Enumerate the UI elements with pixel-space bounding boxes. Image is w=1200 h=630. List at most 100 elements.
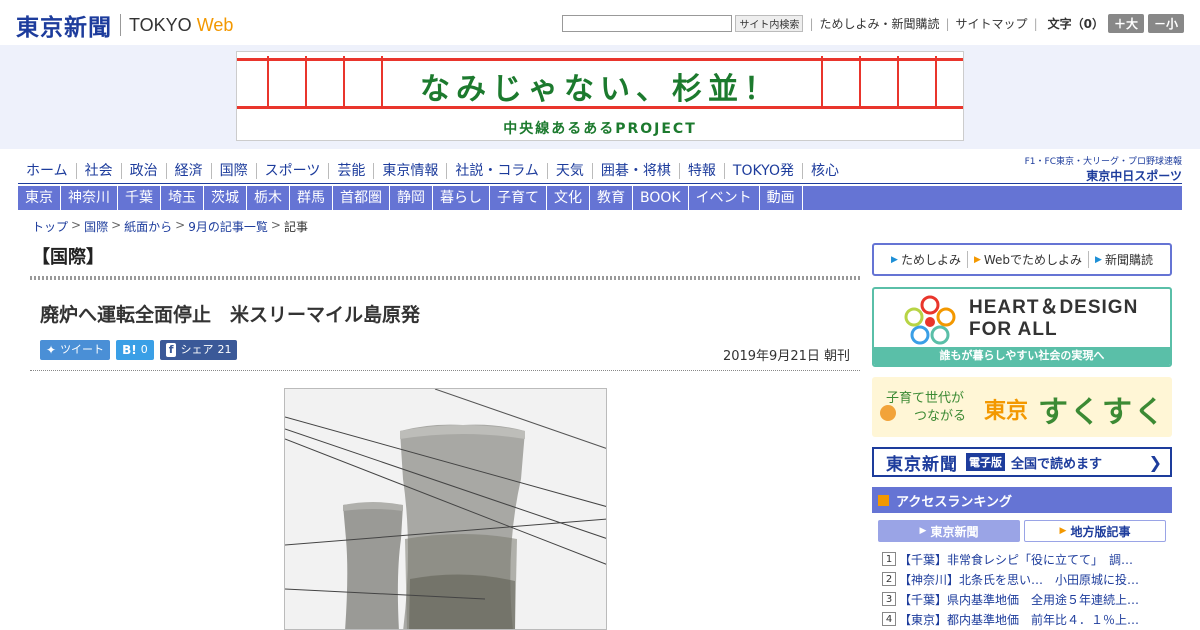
tokyo-sukusuku-banner[interactable]: 子育て世代が つながる 東京 すくすく — [872, 377, 1172, 437]
ranking-item[interactable]: 1 【千葉】非常食レシピ「役に立てて」 調… — [882, 549, 1162, 569]
font-smaller-button[interactable]: －小 — [1147, 14, 1184, 33]
nav-weather[interactable]: 天気 — [548, 162, 593, 179]
article-photo-cooling-towers[interactable] — [284, 388, 607, 630]
nav-entertainment[interactable]: 芸能 — [329, 162, 375, 179]
share-buttons: ✦ ツイート B! 0 f シェア 21 — [40, 340, 243, 360]
breadcrumb-international[interactable]: 国際 — [84, 218, 108, 235]
web-trial-read-link[interactable]: ▶ Webでためしよみ — [968, 251, 1090, 268]
subnav-education[interactable]: 教育 — [590, 186, 633, 210]
site-search-input[interactable] — [562, 15, 733, 32]
banner-area: なみじゃない、杉並！ 中央線あるあるPROJECT — [0, 45, 1200, 149]
subnav-parenting[interactable]: 子育て — [490, 186, 547, 210]
ranking-number: 4 — [882, 612, 896, 626]
nav-economy[interactable]: 経済 — [167, 162, 212, 179]
subnav-culture[interactable]: 文化 — [547, 186, 590, 210]
chevron-right-icon: ❯ — [1148, 452, 1162, 472]
ranking-headline: 【千葉】県内基準地価 全用途５年連続上… — [899, 592, 1140, 607]
tweet-button[interactable]: ✦ ツイート — [40, 340, 111, 360]
nav-society[interactable]: 社会 — [77, 162, 122, 179]
ranking-headline: 【神奈川】北条氏を思い… 小田原城に投… — [899, 572, 1140, 587]
sukusuku-name: すくすく — [1038, 395, 1166, 430]
triangle-right-icon: ▶ — [973, 254, 981, 265]
nav-special-report[interactable]: 特報 — [680, 162, 725, 179]
date-divider — [30, 370, 860, 371]
article-date: 2019年9月21日 朝刊 — [722, 349, 850, 364]
subnav-kanagawa[interactable]: 神奈川 — [61, 186, 118, 210]
subnav-saitama[interactable]: 埼玉 — [161, 186, 204, 210]
nav-tokyo-info[interactable]: 東京情報 — [374, 162, 448, 179]
nav-kakushin[interactable]: 核心 — [803, 163, 847, 179]
digital-edition-logo: 東京新聞 — [886, 454, 958, 475]
ad-banner-suginami[interactable]: なみじゃない、杉並！ 中央線あるあるPROJECT — [236, 51, 964, 141]
breadcrumb-top[interactable]: トップ — [32, 218, 68, 235]
subscribe-link[interactable]: ▶ 新聞購読 — [1089, 251, 1159, 268]
site-search-button[interactable]: サイト内検索 — [735, 15, 804, 32]
trial-subscribe-link[interactable]: ためしよみ・新聞購読 — [819, 15, 939, 32]
ranking-item[interactable]: 4 【東京】都内基準地価 前年比４．１％上… — [882, 609, 1162, 629]
heart-title-line2: FOR ALL — [969, 319, 1058, 340]
subnav-gunma[interactable]: 群馬 — [290, 186, 333, 210]
ranking-headline: 【千葉】非常食レシピ「役に立てて」 調… — [899, 552, 1134, 567]
subnav-events[interactable]: イベント — [689, 186, 760, 210]
trial-read-label: ためしよみ — [900, 253, 961, 267]
chunichi-sports-link[interactable]: F1・FC東京・大リーグ・プロ野球速報 東京中日スポーツ — [1022, 154, 1182, 184]
hatena-bookmark-button[interactable]: B! 0 — [116, 340, 154, 360]
triangle-right-icon: ▶ — [1095, 254, 1102, 265]
font-larger-button[interactable]: ＋大 — [1107, 14, 1144, 33]
banner-subtitle: 中央線あるあるPROJECT — [503, 121, 697, 137]
tab-ranking-tokyo-label: 東京新聞 — [930, 524, 979, 539]
heart-design-caption: 誰もが暮らしやすい社会の実現へ — [874, 347, 1170, 365]
facebook-share-count: 21 — [217, 343, 232, 356]
subnav-chiba[interactable]: 千葉 — [118, 186, 161, 210]
ranking-number: 2 — [882, 572, 896, 586]
nav-international[interactable]: 国際 — [212, 162, 257, 179]
ranking-item[interactable]: 3 【千葉】県内基準地価 全用途５年連続上… — [882, 589, 1162, 609]
article-title: 廃炉へ運転全面停止 米スリーマイル島原発 — [40, 304, 421, 326]
nav-go-shogi[interactable]: 囲碁・将棋 — [593, 162, 680, 179]
banner-title: なみじゃない、杉並！ — [420, 72, 780, 107]
web-trial-read-label: Webでためしよみ — [983, 253, 1083, 267]
facebook-share-button[interactable]: f シェア 21 — [159, 340, 238, 360]
breadcrumb-separator: > — [270, 218, 281, 232]
top-utility-bar: サイト内検索 | ためしよみ・新聞購読 | サイトマップ | 文字（0） ＋大 … — [562, 14, 1184, 33]
subnav-shutoken[interactable]: 首都圏 — [333, 186, 390, 210]
tab-ranking-tokyo-shimbun[interactable]: ▶ 東京新聞 — [878, 520, 1020, 542]
nav-sports[interactable]: スポーツ — [257, 162, 330, 179]
sukusuku-tagline-1: 子育て世代が — [886, 391, 965, 406]
trial-read-link[interactable]: ▶ ためしよみ — [885, 251, 968, 268]
triangle-right-icon: ▶ — [1059, 526, 1067, 536]
digital-edition-text: 全国で読めます — [1011, 456, 1103, 472]
digital-edition-banner[interactable]: 東京新聞 電子版 全国で読めます ❯ — [872, 447, 1172, 477]
tab-ranking-regional[interactable]: ▶ 地方版記事 — [1024, 520, 1166, 542]
logo-web: Web — [196, 14, 234, 35]
subnav-tokyo[interactable]: 東京 — [18, 186, 61, 210]
nav-politics[interactable]: 政治 — [122, 162, 167, 179]
ranking-list: 1 【千葉】非常食レシピ「役に立てて」 調… 2 【神奈川】北条氏を思い… 小田… — [882, 549, 1162, 629]
subnav-book[interactable]: BOOK — [633, 186, 689, 210]
ranking-item[interactable]: 2 【神奈川】北条氏を思い… 小田原城に投… — [882, 569, 1162, 589]
breadcrumb-september-list[interactable]: 9月の記事一覧 — [188, 218, 268, 235]
twitter-bird-icon: ✦ — [46, 343, 57, 357]
subnav-tochigi[interactable]: 栃木 — [247, 186, 290, 210]
subnav-ibaraki[interactable]: 茨城 — [204, 186, 247, 210]
facebook-icon: f — [165, 343, 177, 357]
util-divider: | — [1033, 16, 1038, 31]
nav-home[interactable]: ホーム — [18, 162, 77, 179]
subnav-video[interactable]: 動画 — [760, 186, 803, 210]
subnav-shizuoka[interactable]: 静岡 — [390, 186, 433, 210]
nav-editorial-column[interactable]: 社説・コラム — [447, 162, 548, 179]
sukusuku-tokyo: 東京 — [984, 399, 1029, 424]
breadcrumb: トップ > 国際 > 紙面から > 9月の記事一覧 > 記事 — [32, 218, 308, 235]
region-navigation: 東京 神奈川 千葉 埼玉 茨城 栃木 群馬 首都圏 静岡 暮らし 子育て 文化 … — [18, 186, 1182, 210]
subnav-lifestyle[interactable]: 暮らし — [433, 186, 490, 210]
breadcrumb-separator: > — [111, 218, 122, 232]
breadcrumb-print-edition[interactable]: 紙面から — [124, 218, 172, 235]
heart-design-flower-icon — [904, 295, 956, 345]
site-logo[interactable]: 東京新聞 TOKYO Web — [16, 8, 233, 42]
heart-design-banner[interactable]: HEART＆DESIGN FOR ALL 誰もが暮らしやすい社会の実現へ — [872, 287, 1172, 367]
triangle-right-icon: ▶ — [891, 254, 898, 265]
logo-divider — [120, 14, 121, 36]
banner-rail-top — [237, 58, 963, 61]
sitemap-link[interactable]: サイトマップ — [956, 15, 1028, 32]
nav-tokyo-hatsu[interactable]: TOKYO発 — [725, 162, 803, 179]
